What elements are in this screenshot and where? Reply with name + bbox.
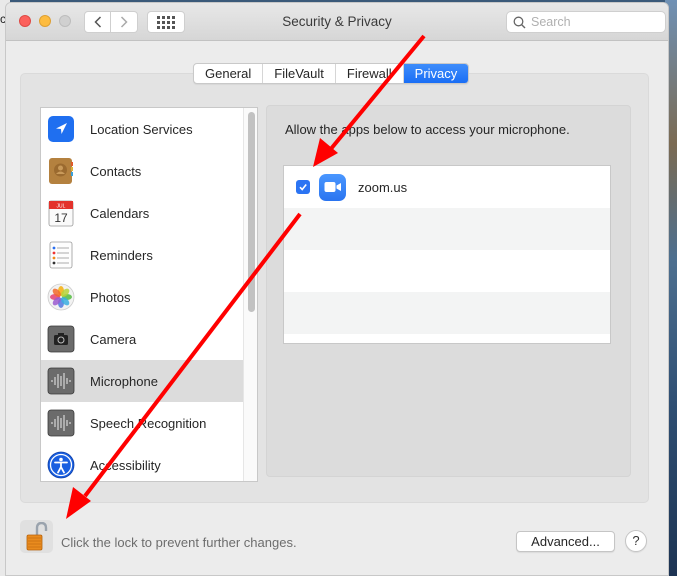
app-name: zoom.us	[358, 179, 408, 195]
sidebar-item-label: Photos	[90, 289, 131, 305]
sidebar-item-camera[interactable]: Camera	[41, 318, 243, 360]
accessibility-person-icon	[47, 451, 75, 479]
tab-firewall[interactable]: Firewall	[336, 64, 404, 83]
privacy-category-list: Location Services Contacts JUL 17 Calend…	[40, 107, 258, 482]
sidebar-item-reminders[interactable]: Reminders	[41, 234, 243, 276]
location-arrow-icon	[48, 116, 74, 142]
svg-text:17: 17	[54, 211, 68, 225]
permission-description: Allow the apps below to access your micr…	[285, 122, 570, 137]
camera-icon	[47, 325, 75, 353]
contacts-book-icon	[49, 158, 73, 184]
advanced-button[interactable]: Advanced...	[516, 531, 615, 552]
sidebar-item-label: Location Services	[90, 121, 193, 137]
reminders-list-icon	[49, 241, 73, 269]
photos-flower-icon	[47, 283, 75, 311]
sidebar-item-location-services[interactable]: Location Services	[41, 108, 243, 150]
sidebar-item-photos[interactable]: Photos	[41, 276, 243, 318]
microphone-waveform-icon	[47, 367, 75, 395]
tab-general[interactable]: General	[194, 64, 264, 83]
sidebar-item-label: Microphone	[90, 373, 158, 389]
lock-button[interactable]	[20, 520, 53, 553]
search-field[interactable]	[506, 11, 666, 33]
help-button[interactable]: ?	[625, 530, 647, 552]
empty-app-row	[284, 208, 610, 250]
sidebar-item-microphone[interactable]: Microphone	[41, 360, 243, 402]
search-input[interactable]	[531, 15, 651, 29]
app-permission-list: zoom.us	[283, 165, 611, 344]
sidebar-item-label: Accessibility	[90, 457, 161, 473]
list-scrollbar[interactable]	[243, 108, 257, 481]
empty-app-row	[284, 292, 610, 334]
svg-text:JUL: JUL	[57, 204, 66, 210]
tab-privacy[interactable]: Privacy	[403, 64, 469, 83]
checkmark-icon	[299, 184, 307, 191]
calendar-icon: JUL 17	[48, 200, 74, 227]
sidebar-item-accessibility[interactable]: Accessibility	[41, 444, 243, 481]
sidebar-item-label: Camera	[90, 331, 137, 347]
sidebar-item-contacts[interactable]: Contacts	[41, 150, 243, 192]
empty-app-row	[284, 250, 610, 292]
search-icon	[513, 16, 526, 28]
list-scroll-thumb[interactable]	[248, 112, 255, 312]
tab-bar: General FileVault Firewall Privacy	[193, 63, 470, 84]
zoom-permission-checkbox[interactable]	[296, 180, 310, 194]
sidebar-item-calendars[interactable]: JUL 17 Calendars	[41, 192, 243, 234]
unlocked-padlock-icon	[26, 521, 47, 550]
title-bar: Security & Privacy	[6, 3, 668, 41]
sidebar-item-label: Reminders	[90, 247, 153, 263]
microphone-permissions-panel: Allow the apps below to access your micr…	[266, 105, 631, 477]
sidebar-item-label: Speech Recognition	[90, 415, 207, 431]
tab-filevault[interactable]: FileVault	[263, 64, 336, 83]
sidebar-item-speech-recognition[interactable]: Speech Recognition	[41, 402, 243, 444]
zoom-video-icon	[319, 173, 346, 201]
lock-status-text: Click the lock to prevent further change…	[61, 535, 297, 550]
sidebar-item-label: Calendars	[90, 205, 150, 221]
app-row-zoom[interactable]: zoom.us	[284, 166, 610, 208]
sidebar-item-label: Contacts	[90, 163, 142, 179]
speech-waveform-icon	[47, 409, 75, 437]
